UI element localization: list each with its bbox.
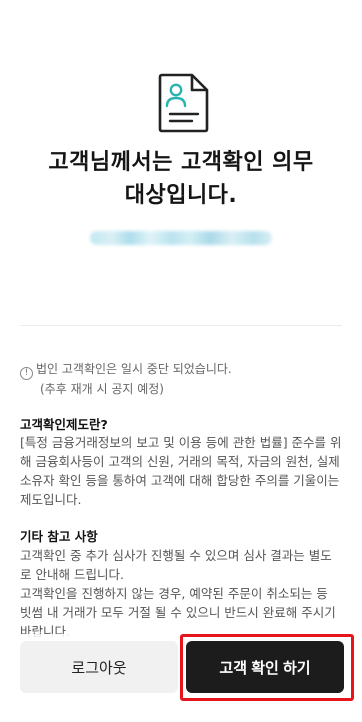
headline-line-1: 고객님께서는 고객확인 의무 <box>48 150 314 175</box>
notice-line-2: (추후 재개 시 공지 예정) <box>40 382 164 396</box>
headline-line-2: 대상입니다. <box>124 183 238 208</box>
section-body-notes: 고객확인 중 추가 심사가 진행될 수 있으며 심사 결과는 별도로 안내해 드… <box>20 546 342 641</box>
logout-button[interactable]: 로그아웃 <box>20 641 178 693</box>
masked-email <box>90 231 272 245</box>
info-icon: ! <box>20 367 33 380</box>
notes-paragraph-1: 고객확인 중 추가 심사가 진행될 수 있으며 심사 결과는 별도로 안내해 드… <box>20 548 332 582</box>
notice-box: ! 법인 고객확인은 일시 중단 되었습니다. (추후 재개 시 공지 예정) <box>20 360 350 399</box>
verify-customer-button[interactable]: 고객 확인 하기 <box>186 641 344 693</box>
document-user-icon <box>158 73 209 133</box>
section-body-kyc: [특정 금융거래정보의 보고 및 이용 등에 관한 법률] 준수를 위해 금융회… <box>20 435 342 507</box>
page-title: 고객님께서는 고객확인 의무 대상입니다. <box>0 146 362 212</box>
section-title-kyc: 고객확인제도란? <box>20 417 108 432</box>
section-title-notes: 기타 참고 사항 <box>20 529 98 544</box>
notes-paragraph-2: 고객확인을 진행하지 않는 경우, 예약된 주문이 취소되는 등 빗썸 내 거래… <box>20 586 336 639</box>
divider <box>20 325 342 326</box>
notice-line-1: 법인 고객확인은 일시 중단 되었습니다. <box>36 362 232 376</box>
